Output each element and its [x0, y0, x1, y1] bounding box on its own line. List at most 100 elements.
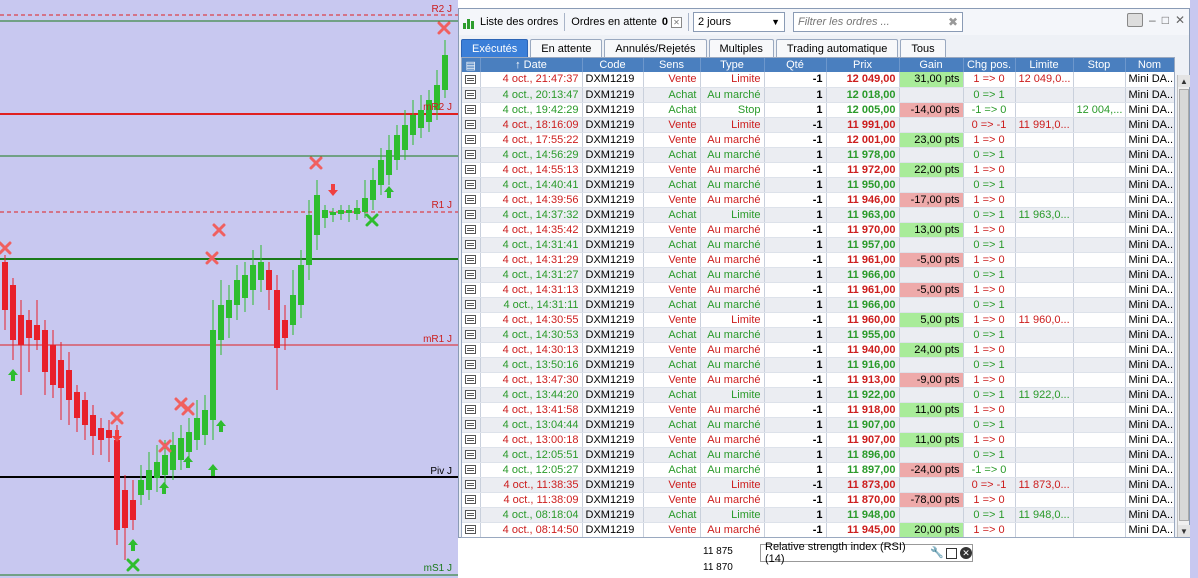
- close-icon[interactable]: ✕: [960, 547, 972, 559]
- order-detail-icon[interactable]: [465, 495, 477, 505]
- order-detail-icon[interactable]: [465, 285, 477, 295]
- order-detail-icon[interactable]: [465, 120, 477, 130]
- order-detail-icon[interactable]: [465, 420, 477, 430]
- row-detail-cell[interactable]: [462, 357, 481, 373]
- order-detail-icon[interactable]: [465, 330, 477, 340]
- table-row[interactable]: 4 oct., 14:39:56 DXM1219 Vente Au marché -1 1…: [462, 192, 1174, 208]
- table-row[interactable]: 4 oct., 13:04:44 DXM1219 Achat Au marché 1 11…: [462, 417, 1174, 433]
- scroll-down-icon[interactable]: ▼: [1178, 525, 1190, 537]
- column-header-code[interactable]: Code: [582, 58, 644, 72]
- order-detail-icon[interactable]: [465, 480, 477, 490]
- table-row[interactable]: 4 oct., 18:16:09 DXM1219 Vente Limite -1 11 9…: [462, 117, 1174, 133]
- table-row[interactable]: 4 oct., 13:44:20 DXM1219 Achat Limite 1 11 92…: [462, 387, 1174, 403]
- tab-pending[interactable]: En attente: [530, 39, 603, 57]
- table-row[interactable]: 4 oct., 13:50:16 DXM1219 Achat Au marché 1 11…: [462, 357, 1174, 373]
- order-detail-icon[interactable]: [465, 360, 477, 370]
- row-detail-cell[interactable]: [462, 207, 481, 223]
- table-row[interactable]: 4 oct., 12:05:27 DXM1219 Achat Au marché 1 11…: [462, 462, 1174, 478]
- row-detail-cell[interactable]: [462, 147, 481, 163]
- row-detail-cell[interactable]: [462, 462, 481, 478]
- order-detail-icon[interactable]: [465, 300, 477, 310]
- row-detail-cell[interactable]: [462, 162, 481, 178]
- order-detail-icon[interactable]: [465, 74, 477, 84]
- order-detail-icon[interactable]: [465, 375, 477, 385]
- column-header-gain[interactable]: Gain: [899, 58, 964, 72]
- indicator-bar[interactable]: Relative strength index (RSI) (14) 🔧 ✕: [760, 541, 973, 565]
- row-detail-cell[interactable]: [462, 177, 481, 193]
- order-detail-icon[interactable]: [465, 435, 477, 445]
- table-row[interactable]: 4 oct., 14:31:27 DXM1219 Achat Au marché 1 11…: [462, 267, 1174, 283]
- row-detail-cell[interactable]: [462, 117, 481, 133]
- order-detail-icon[interactable]: [465, 390, 477, 400]
- tab-cancelled[interactable]: Annulés/Rejetés: [604, 39, 707, 57]
- row-detail-cell[interactable]: [462, 387, 481, 403]
- order-detail-icon[interactable]: [465, 90, 477, 100]
- order-detail-icon[interactable]: [465, 315, 477, 325]
- row-detail-cell[interactable]: [462, 87, 481, 103]
- row-detail-cell[interactable]: [462, 447, 481, 463]
- clear-icon[interactable]: ✖: [948, 15, 958, 29]
- table-row[interactable]: 4 oct., 13:00:18 DXM1219 Vente Au marché -1 1…: [462, 432, 1174, 448]
- column-header-date[interactable]: ↑ Date: [480, 58, 583, 72]
- tab-multiple[interactable]: Multiples: [708, 39, 774, 57]
- table-row[interactable]: 4 oct., 14:35:42 DXM1219 Vente Au marché -1 1…: [462, 222, 1174, 238]
- order-detail-icon[interactable]: [465, 345, 477, 355]
- filter-orders-input[interactable]: [798, 16, 938, 28]
- table-row[interactable]: 4 oct., 14:31:29 DXM1219 Vente Au marché -1 1…: [462, 252, 1174, 268]
- filter-orders-box[interactable]: ✖: [793, 12, 963, 32]
- row-detail-cell[interactable]: [462, 192, 481, 208]
- table-row[interactable]: 4 oct., 14:56:29 DXM1219 Achat Au marché 1 11…: [462, 147, 1174, 163]
- print-icon[interactable]: [1127, 13, 1143, 27]
- row-detail-cell[interactable]: [462, 417, 481, 433]
- close-icon[interactable]: ✕: [1175, 13, 1185, 27]
- order-detail-icon[interactable]: [465, 405, 477, 415]
- table-row[interactable]: 4 oct., 13:47:30 DXM1219 Vente Au marché -1 1…: [462, 372, 1174, 388]
- row-detail-cell[interactable]: [462, 297, 481, 313]
- row-detail-cell[interactable]: [462, 132, 481, 148]
- maximize-icon[interactable]: □: [1162, 13, 1169, 27]
- table-row[interactable]: 4 oct., 14:30:13 DXM1219 Vente Au marché -1 1…: [462, 342, 1174, 358]
- order-detail-icon[interactable]: [465, 195, 477, 205]
- row-detail-cell[interactable]: [462, 327, 481, 343]
- table-row[interactable]: 4 oct., 14:55:13 DXM1219 Vente Au marché -1 1…: [462, 162, 1174, 178]
- table-row[interactable]: 4 oct., 11:38:35 DXM1219 Vente Limite -1 11 8…: [462, 477, 1174, 493]
- row-detail-cell[interactable]: [462, 237, 481, 253]
- order-detail-icon[interactable]: [465, 270, 477, 280]
- cancel-all-icon[interactable]: ✕: [671, 16, 682, 28]
- column-header-type[interactable]: Type: [700, 58, 765, 72]
- order-detail-icon[interactable]: [465, 135, 477, 145]
- scroll-thumb[interactable]: [1179, 89, 1189, 521]
- order-detail-icon[interactable]: [465, 105, 477, 115]
- minimize-icon[interactable]: –: [1149, 13, 1156, 27]
- maximize-icon[interactable]: [946, 547, 958, 559]
- column-header-name[interactable]: Nom: [1125, 58, 1174, 72]
- row-detail-cell[interactable]: [462, 507, 481, 523]
- tab-executed[interactable]: Exécutés: [461, 39, 529, 57]
- row-detail-cell[interactable]: [462, 222, 481, 238]
- row-detail-cell[interactable]: [462, 72, 481, 88]
- column-header-position-change[interactable]: Chg pos.: [963, 58, 1016, 72]
- table-row[interactable]: 4 oct., 11:38:09 DXM1219 Vente Au marché -1 1…: [462, 492, 1174, 508]
- table-row[interactable]: 4 oct., 14:31:11 DXM1219 Achat Au marché 1 11…: [462, 297, 1174, 313]
- order-detail-icon[interactable]: [465, 225, 477, 235]
- row-detail-cell[interactable]: [462, 267, 481, 283]
- table-row[interactable]: 4 oct., 21:47:37 DXM1219 Vente Limite -1 12 0…: [462, 72, 1174, 88]
- price-chart[interactable]: R2 J mR2 J R1 J mR1 J Piv J mS1 J: [0, 0, 458, 578]
- row-detail-cell[interactable]: [462, 402, 481, 418]
- order-detail-icon[interactable]: [465, 510, 477, 520]
- row-detail-cell[interactable]: [462, 372, 481, 388]
- row-detail-cell[interactable]: [462, 282, 481, 298]
- vertical-scrollbar[interactable]: ▲ ▼: [1177, 75, 1190, 537]
- order-detail-icon[interactable]: [465, 450, 477, 460]
- table-row[interactable]: 4 oct., 14:30:55 DXM1219 Vente Limite -1 11 9…: [462, 312, 1174, 328]
- table-row[interactable]: 4 oct., 14:30:53 DXM1219 Achat Au marché 1 11…: [462, 327, 1174, 343]
- column-header-qty[interactable]: Qté: [764, 58, 827, 72]
- table-row[interactable]: 4 oct., 08:14:50 DXM1219 Vente Au marché -1 1…: [462, 522, 1174, 537]
- order-detail-icon[interactable]: [465, 255, 477, 265]
- scroll-up-icon[interactable]: ▲: [1178, 75, 1190, 87]
- row-detail-cell[interactable]: [462, 342, 481, 358]
- row-detail-cell[interactable]: [462, 252, 481, 268]
- table-row[interactable]: 4 oct., 20:13:47 DXM1219 Achat Au marché 1 12…: [462, 87, 1174, 103]
- row-detail-cell[interactable]: [462, 432, 481, 448]
- table-row[interactable]: 4 oct., 14:40:41 DXM1219 Achat Au marché 1 11…: [462, 177, 1174, 193]
